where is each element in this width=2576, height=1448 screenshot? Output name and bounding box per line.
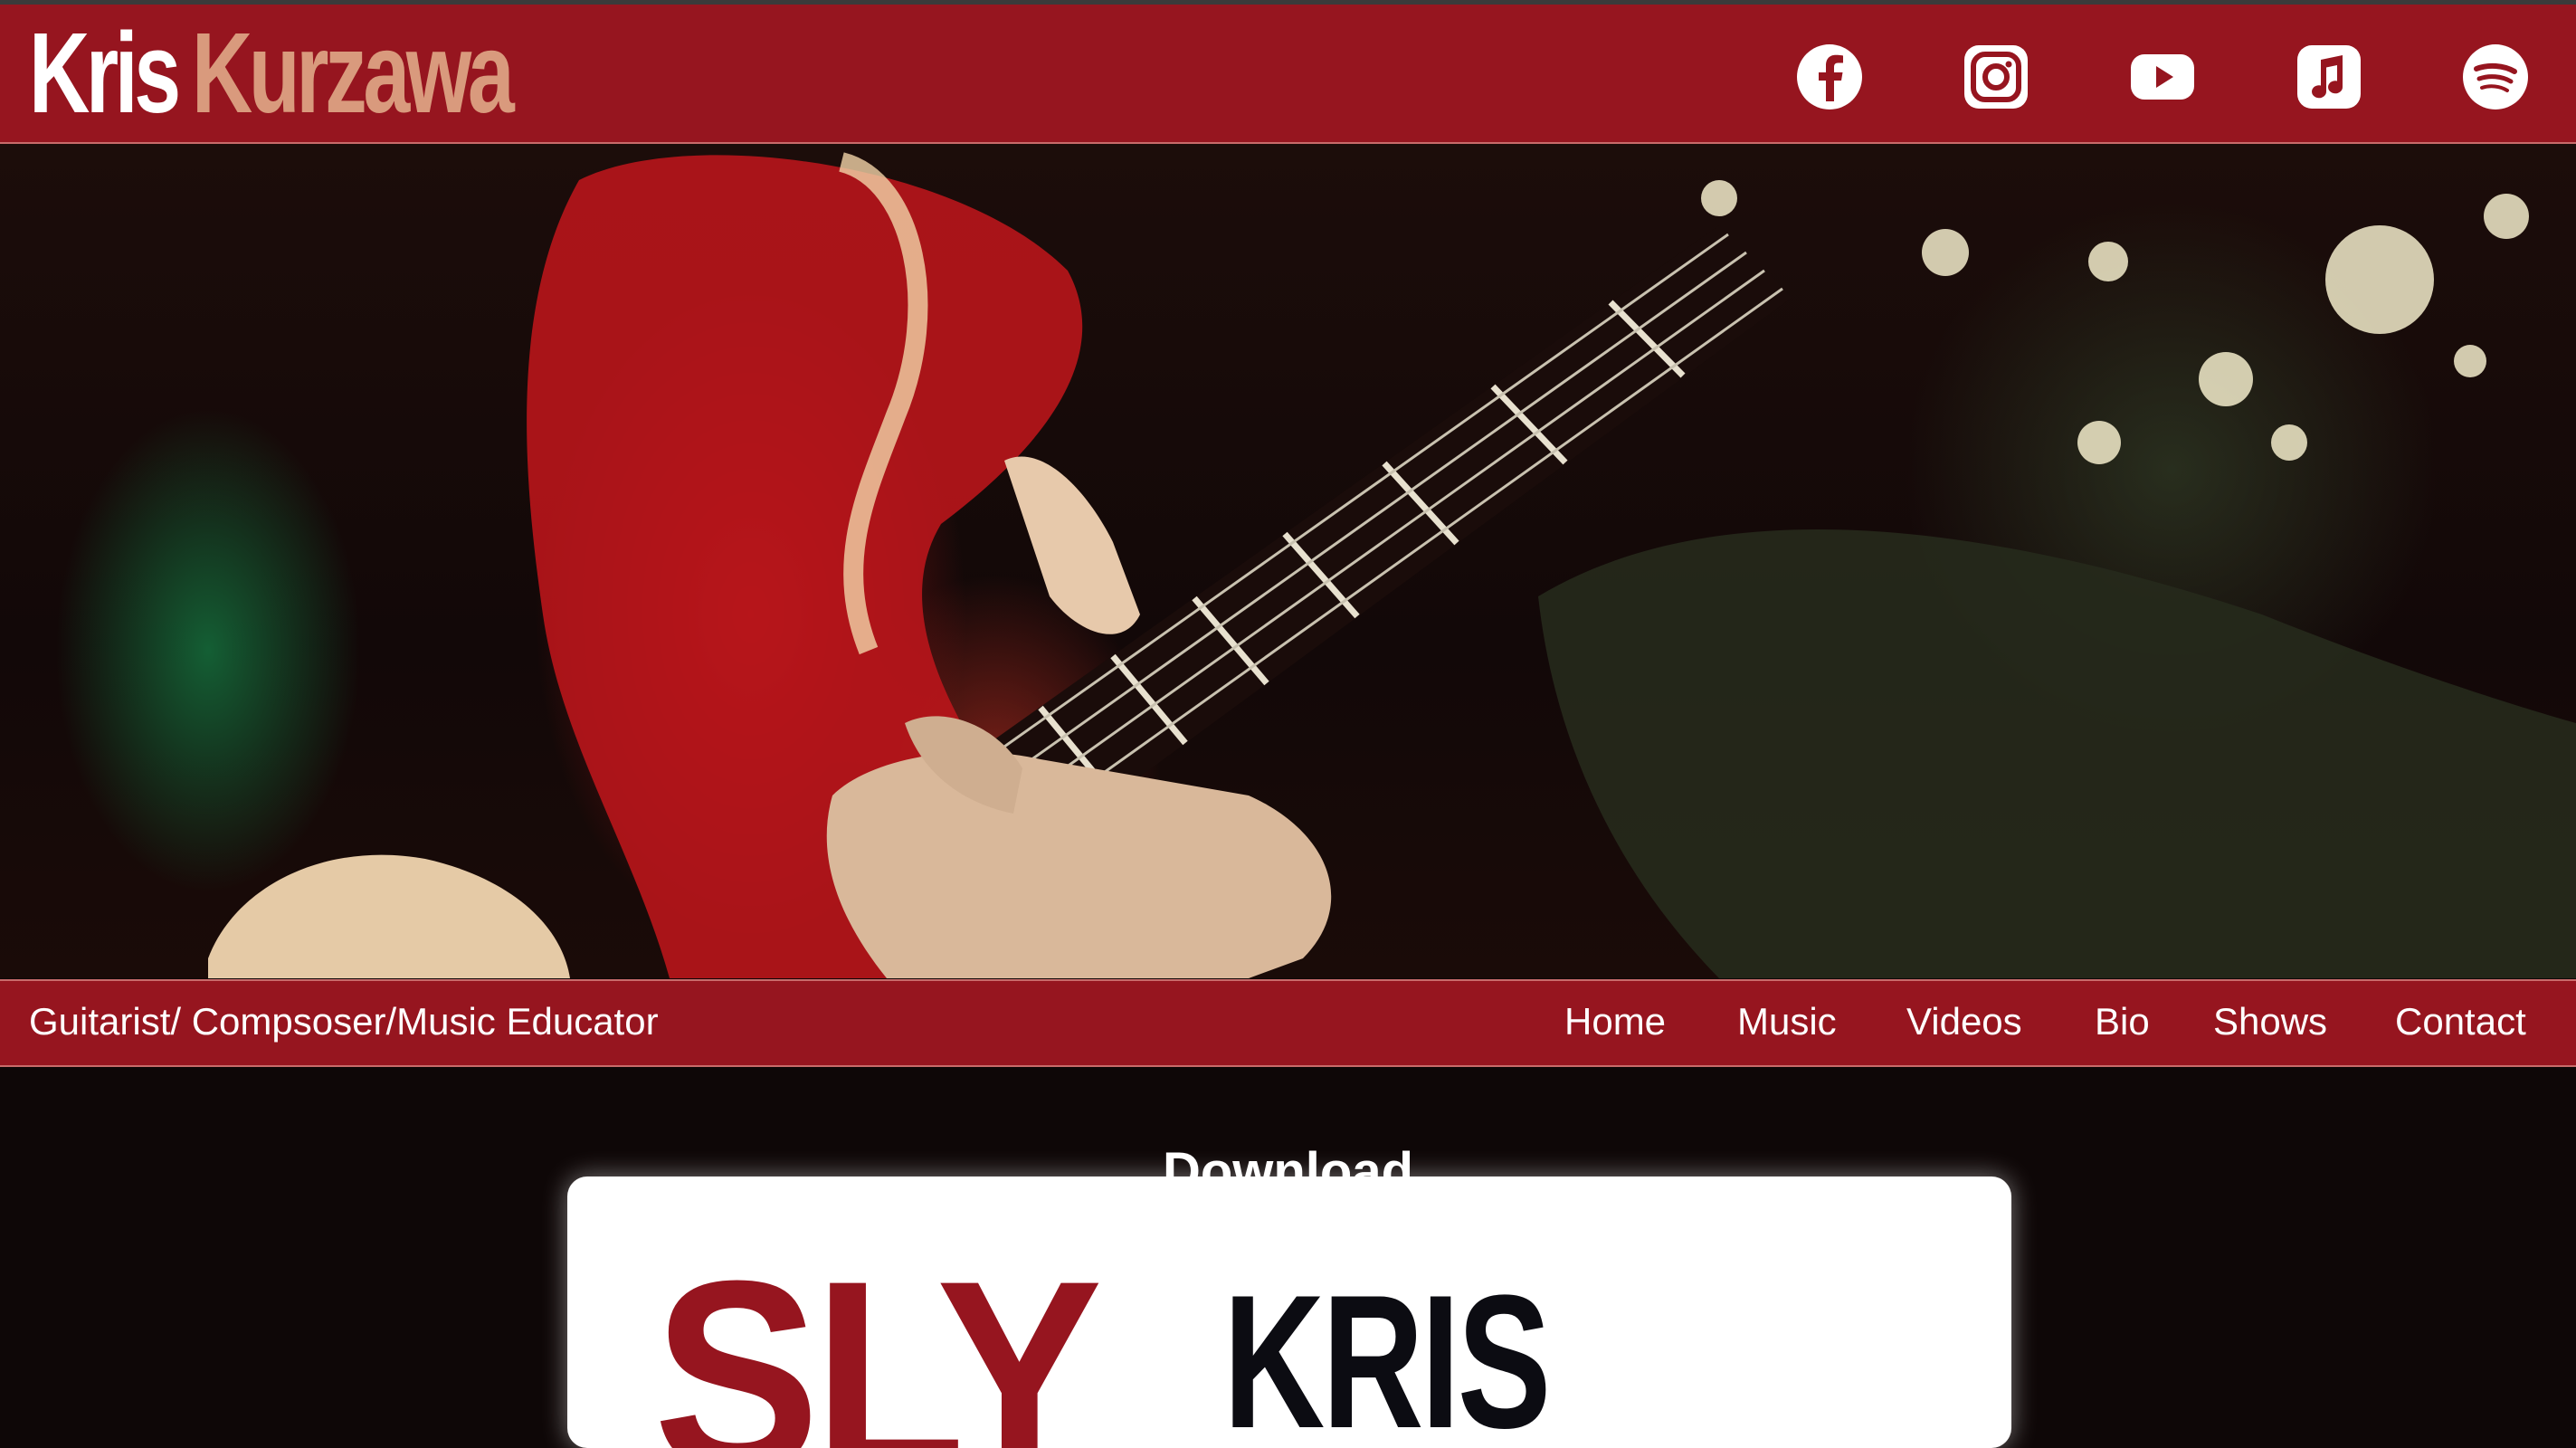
hero-image bbox=[0, 144, 2576, 978]
youtube-link[interactable] bbox=[2127, 42, 2198, 112]
tagline: Guitarist/ Compsoser/Music Educator bbox=[29, 1000, 659, 1043]
youtube-icon bbox=[2131, 54, 2194, 100]
instagram-link[interactable] bbox=[1961, 42, 2031, 112]
apple-music-link[interactable] bbox=[2294, 42, 2364, 112]
instagram-icon bbox=[1964, 45, 2028, 109]
site-header: Kris Kurzawa bbox=[0, 5, 2576, 144]
download-card[interactable]: SLY KRIS bbox=[567, 1176, 2011, 1448]
spotify-link[interactable] bbox=[2460, 42, 2531, 112]
album-artwork: SLY KRIS bbox=[653, 1224, 1551, 1448]
album-title-word-1: SLY bbox=[653, 1224, 1103, 1448]
spotify-icon bbox=[2463, 44, 2528, 110]
apple-music-icon bbox=[2297, 45, 2361, 109]
facebook-icon bbox=[1797, 44, 1862, 110]
nav-bio[interactable]: Bio bbox=[2095, 999, 2150, 1044]
nav-shows[interactable]: Shows bbox=[2213, 999, 2327, 1044]
site-logo[interactable]: Kris Kurzawa bbox=[29, 9, 515, 137]
album-title-word-2: KRIS bbox=[1223, 1255, 1551, 1448]
facebook-link[interactable] bbox=[1794, 42, 1865, 112]
sub-navigation: Guitarist/ Compsoser/Music Educator Home… bbox=[0, 979, 2576, 1067]
nav-videos[interactable]: Videos bbox=[1906, 999, 2022, 1044]
guitar-photo-illustration bbox=[208, 152, 2576, 978]
logo-first-name: Kris bbox=[29, 9, 181, 137]
nav-contact[interactable]: Contact bbox=[2395, 999, 2526, 1044]
nav-home[interactable]: Home bbox=[1564, 999, 1666, 1044]
nav-music[interactable]: Music bbox=[1737, 999, 1837, 1044]
logo-last-name: Kurzawa bbox=[191, 9, 515, 137]
